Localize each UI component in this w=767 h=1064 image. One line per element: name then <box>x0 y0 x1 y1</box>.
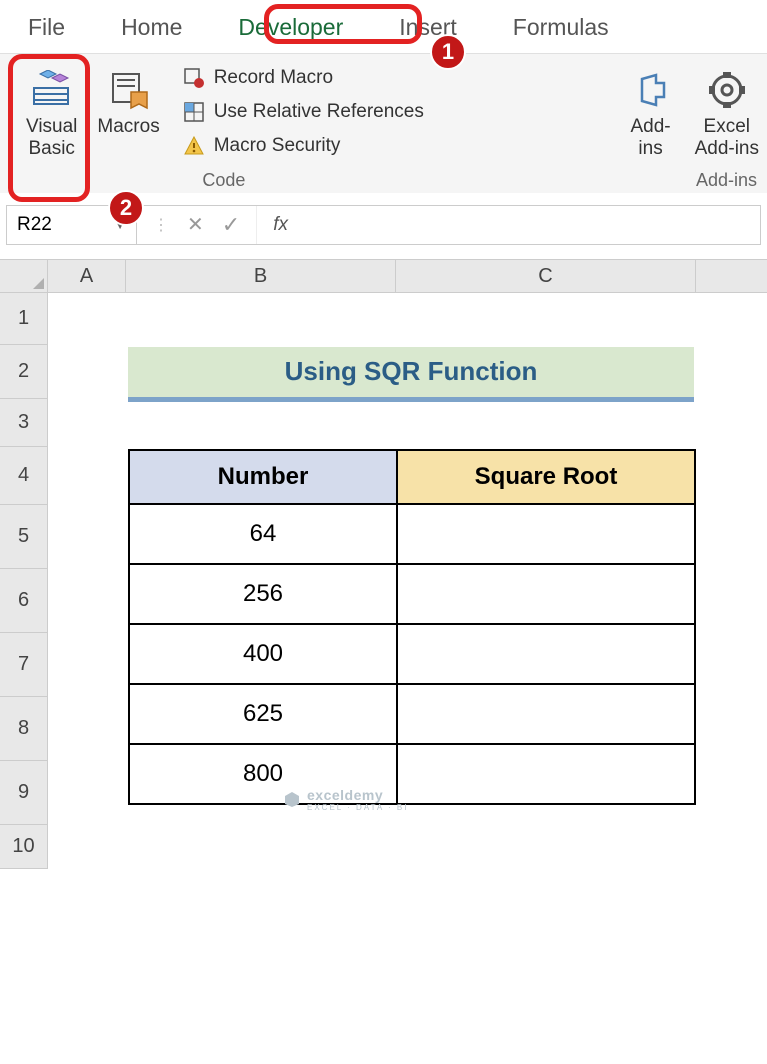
formula-handle-icon: ⋮ <box>153 215 169 235</box>
visual-basic-button[interactable]: Visual Basic <box>16 60 87 166</box>
sheet-body: 1 2 3 4 5 6 7 8 9 10 Using SQR Function … <box>0 293 767 869</box>
row-header-8[interactable]: 8 <box>0 697 47 761</box>
cells-area[interactable]: Using SQR Function Number Square Root 64… <box>48 293 767 869</box>
ribbon-tabs: File Home Developer Insert Formulas <box>0 0 767 53</box>
cell-sqrt[interactable] <box>397 564 695 624</box>
cell-number[interactable]: 256 <box>129 564 397 624</box>
macro-security-button[interactable]: Macro Security <box>178 132 428 160</box>
sheet: A B C 1 2 3 4 5 6 7 8 9 10 Using SQR Fun… <box>0 259 767 869</box>
excel-addins-label: Excel Add-ins <box>695 116 759 160</box>
column-header-B[interactable]: B <box>126 260 396 292</box>
macro-security-label: Macro Security <box>214 135 341 157</box>
title-banner: Using SQR Function <box>128 347 694 397</box>
table-row: 800 <box>129 744 695 804</box>
table-row: 64 <box>129 504 695 564</box>
column-header-A[interactable]: A <box>48 260 126 292</box>
cell-number[interactable]: 400 <box>129 624 397 684</box>
watermark-sub: EXCEL · DATA · BI <box>307 803 408 812</box>
code-group-label: Code <box>202 170 245 191</box>
row-header-7[interactable]: 7 <box>0 633 47 697</box>
cell-sqrt[interactable] <box>397 684 695 744</box>
macros-label: Macros <box>97 116 159 138</box>
name-box-dropdown-icon[interactable]: ▼ <box>114 218 126 232</box>
cell-number[interactable]: 64 <box>129 504 397 564</box>
tab-home[interactable]: Home <box>93 8 210 47</box>
formula-input[interactable] <box>304 206 760 244</box>
visual-basic-icon <box>28 66 76 114</box>
tab-formulas[interactable]: Formulas <box>485 8 637 47</box>
watermark: exceldemy EXCEL · DATA · BI <box>283 787 408 812</box>
row-headers: 1 2 3 4 5 6 7 8 9 10 <box>0 293 48 869</box>
title-underline <box>128 397 694 402</box>
enter-formula-icon[interactable]: ✓ <box>222 212 240 238</box>
column-header-C[interactable]: C <box>396 260 696 292</box>
fx-label[interactable]: fx <box>257 214 304 236</box>
table-row: 625 <box>129 684 695 744</box>
cell-sqrt[interactable] <box>397 504 695 564</box>
macros-button[interactable]: Macros <box>87 60 169 144</box>
ribbon-group-code: Visual Basic Macros <box>8 60 440 191</box>
use-relative-references-label: Use Relative References <box>214 101 424 123</box>
addins-button[interactable]: Add- ins <box>617 60 685 166</box>
watermark-icon <box>283 790 301 808</box>
use-relative-references-button[interactable]: Use Relative References <box>178 98 428 126</box>
tab-insert[interactable]: Insert <box>371 8 485 47</box>
row-header-9[interactable]: 9 <box>0 761 47 825</box>
ribbon-group-addins: Add- ins Excel Add-ins Add-ins <box>609 60 759 191</box>
cell-sqrt[interactable] <box>397 624 695 684</box>
header-square-root[interactable]: Square Root <box>397 450 695 504</box>
row-header-2[interactable]: 2 <box>0 345 47 399</box>
macro-security-icon <box>182 134 206 158</box>
cancel-formula-icon[interactable]: ✕ <box>187 212 204 237</box>
row-header-3[interactable]: 3 <box>0 399 47 447</box>
use-relative-references-icon <box>182 100 206 124</box>
name-box[interactable]: R22 ▼ <box>7 206 137 244</box>
excel-addins-button[interactable]: Excel Add-ins <box>685 60 759 166</box>
record-macro-button[interactable]: Record Macro <box>178 64 428 92</box>
tab-file[interactable]: File <box>0 8 93 47</box>
watermark-main: exceldemy <box>307 787 383 803</box>
cell-sqrt[interactable] <box>397 744 695 804</box>
formula-bar: R22 ▼ ⋮ ✕ ✓ fx <box>6 205 761 245</box>
addins-icon <box>627 66 675 114</box>
macros-icon <box>105 66 153 114</box>
column-headers: A B C <box>0 259 767 293</box>
table-row: 256 <box>129 564 695 624</box>
ribbon-area: File Home Developer Insert Formulas <box>0 0 767 193</box>
header-number[interactable]: Number <box>129 450 397 504</box>
row-header-5[interactable]: 5 <box>0 505 47 569</box>
addins-label: Add- ins <box>631 116 671 160</box>
data-table: Number Square Root 64 256 400 625 <box>128 449 696 805</box>
visual-basic-label: Visual Basic <box>26 116 77 160</box>
row-header-4[interactable]: 4 <box>0 447 47 505</box>
record-macro-label: Record Macro <box>214 67 333 89</box>
row-header-1[interactable]: 1 <box>0 293 47 345</box>
addins-group-label: Add-ins <box>696 170 759 191</box>
table-header-row: Number Square Root <box>129 450 695 504</box>
select-all-button[interactable] <box>0 260 48 292</box>
cell-number[interactable]: 625 <box>129 684 397 744</box>
name-box-value: R22 <box>17 214 52 236</box>
formula-bar-buttons: ⋮ ✕ ✓ <box>137 206 257 244</box>
row-header-6[interactable]: 6 <box>0 569 47 633</box>
row-header-10[interactable]: 10 <box>0 825 47 869</box>
record-macro-icon <box>182 66 206 90</box>
table-row: 400 <box>129 624 695 684</box>
group-items-addins: Add- ins Excel Add-ins <box>617 60 759 166</box>
tab-developer[interactable]: Developer <box>210 8 371 47</box>
excel-addins-icon <box>703 66 751 114</box>
group-items-code: Visual Basic Macros <box>16 60 432 166</box>
ribbon-content: Visual Basic Macros <box>0 53 767 193</box>
code-small-buttons: Record Macro Use Relative References Mac… <box>170 60 432 160</box>
